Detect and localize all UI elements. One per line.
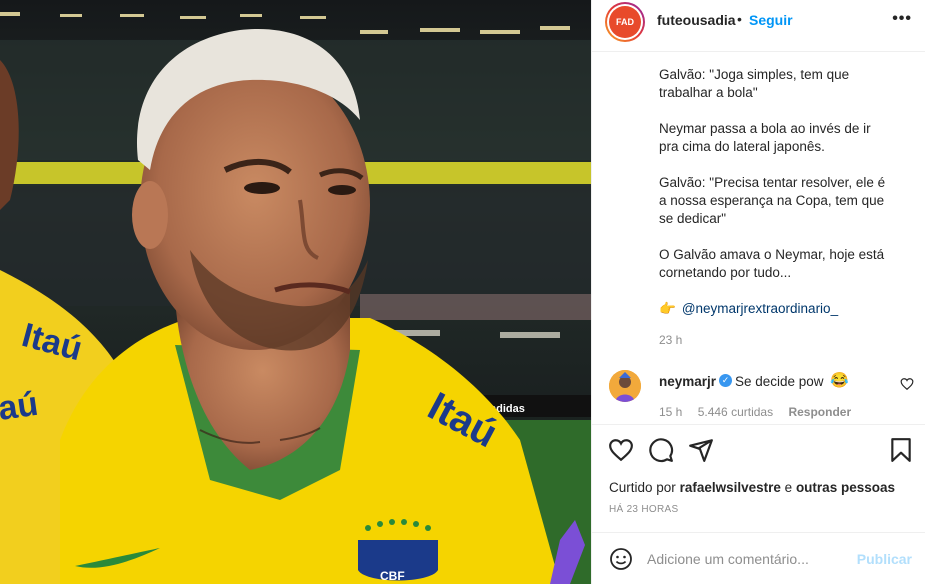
caption-paragraph: O Galvão amava o Neymar, hoje está corne…: [659, 247, 885, 280]
caption-timestamp[interactable]: 23 h: [659, 333, 682, 347]
post-age[interactable]: HÁ 23 HORAS: [609, 504, 678, 515]
reply-button[interactable]: Responder: [788, 405, 851, 419]
liked-by-others[interactable]: outras pessoas: [796, 480, 895, 495]
verified-badge-icon: ✓: [719, 374, 732, 387]
liked-by-user[interactable]: rafaelwsilvestre: [680, 480, 781, 495]
comment-like-heart-icon[interactable]: [900, 377, 914, 391]
caption-mention-line: 👉 @neymarjrextraordinario_: [659, 300, 889, 318]
author-avatar[interactable]: FAD: [605, 2, 645, 42]
crest-text: CBF: [380, 569, 405, 583]
post-photo[interactable]: adidas Itaú aú Itaú CBF: [0, 0, 591, 584]
separator-dot: •: [737, 11, 742, 27]
follow-button[interactable]: Seguir: [749, 12, 793, 28]
caption-paragraph: Galvão: "Joga simples, tem que trabalhar…: [659, 67, 850, 100]
pointing-hand-icon: 👉: [659, 301, 676, 316]
comment-icon[interactable]: [648, 437, 674, 463]
post-header: FAD futeousadia • Seguir •••: [592, 0, 925, 52]
author-avatar-logo: FAD: [609, 6, 641, 38]
add-comment-bar: Publicar: [592, 532, 925, 584]
more-options-icon[interactable]: •••: [892, 10, 912, 28]
comment-likes-count[interactable]: 5.446 curtidas: [698, 405, 773, 419]
post-actions-bar: [592, 424, 925, 476]
liked-by-prefix: Curtido por: [609, 480, 676, 495]
bookmark-icon[interactable]: [888, 437, 914, 463]
caption-mention-link[interactable]: @neymarjrextraordinario_: [682, 300, 838, 318]
post-side-panel: FAD futeousadia • Seguir ••• Galvão: "Jo…: [591, 0, 925, 584]
comment-item: neymarjr ✓ Se decide pow 😂 15 h 5.446 cu…: [592, 365, 925, 425]
comment-text: Se decide pow: [735, 374, 824, 389]
liked-by-line: Curtido por rafaelwsilvestre e outras pe…: [609, 480, 895, 495]
comment-time[interactable]: 15 h: [659, 405, 682, 419]
photo-illustration: adidas Itaú aú Itaú CBF: [0, 0, 591, 584]
comment-input[interactable]: [647, 547, 847, 571]
publish-button[interactable]: Publicar: [857, 551, 912, 567]
comment-meta: 15 h 5.446 curtidas Responder: [659, 405, 863, 419]
caption-paragraph: Galvão: "Precisa tentar resolver, ele é …: [659, 175, 886, 226]
author-username[interactable]: futeousadia: [657, 12, 736, 28]
laughing-emoji: 😂: [830, 372, 849, 389]
liked-by-connector: e: [784, 480, 793, 495]
emoji-smiley-icon[interactable]: [609, 547, 633, 571]
commenter-username[interactable]: neymarjr: [659, 374, 716, 389]
heart-icon[interactable]: [608, 437, 634, 463]
caption-paragraph: Neymar passa a bola ao invés de ir pra c…: [659, 121, 871, 154]
post-caption: Galvão: "Joga simples, tem que trabalhar…: [659, 66, 889, 318]
teammate-sponsor-2: aú: [0, 385, 40, 428]
commenter-avatar[interactable]: [609, 370, 641, 402]
share-icon[interactable]: [688, 437, 714, 463]
